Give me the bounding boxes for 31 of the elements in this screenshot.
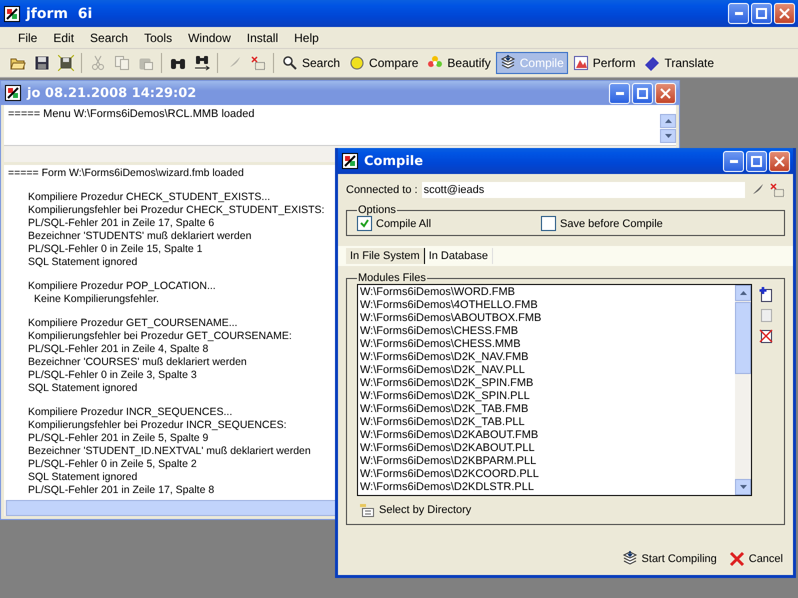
log-text: ===== Menu W:\Forms6iDemos\RCL.MMB loaded (7, 107, 256, 122)
log-line: PL/SQL-Fehler 0 in Zeile 5, Spalte 2 (28, 458, 197, 471)
log-line: PL/SQL-Fehler 201 in Zeile 17, Spalte 6 (28, 217, 214, 230)
log-line: Bezeichner 'STUDENT_ID.NEXTVAL' muß deklariert werden (28, 445, 311, 458)
log-line: Kompilierungsfehler bei Prozedur INCR_SEQUENCES: (28, 419, 287, 432)
log-line: Bezeichner 'COURSES' muß deklariert werden (28, 356, 247, 369)
child-window-title: jo 08.21.2008 14:29:02 (27, 86, 198, 100)
log-line: PL/SQL-Fehler 0 in Zeile 3, Spalte 3 (28, 369, 197, 382)
log-line: PL/SQL-Fehler 201 in Zeile 4, Spalte 8 (28, 343, 208, 356)
log-line: Kompiliere Prozedur INCR_SEQUENCES... (28, 406, 232, 419)
connected-label: Connected to : (346, 184, 418, 196)
log-line: PL/SQL-Fehler 201 in Zeile 17, Spalte 8 (28, 484, 214, 497)
log-line: Kompiliere Prozedur POP_LOCATION... (28, 280, 216, 293)
log-line: SQL Statement ignored (28, 382, 138, 395)
log-line: Kompilierungsfehler bei Prozedur GET_COURSENAME: (28, 330, 292, 343)
log-line: Kompiliere Prozedur CHECK_STUDENT_EXISTS... (28, 191, 270, 204)
checkbox-label: Compile All (376, 218, 432, 230)
log-line: Kompiliere Prozedur GET_COURSENAME... (28, 317, 238, 330)
log-line: Kompilierungsfehler bei Prozedur CHECK_STUDENT_EXISTS: (28, 204, 324, 217)
group-label: Modules Files (357, 272, 427, 284)
log-line: PL/SQL-Fehler 0 in Zeile 15, Spalte 1 (28, 243, 203, 256)
log-line: ===== Form W:\Forms6iDemos\wizard.fmb loaded (8, 167, 244, 180)
log-line: Bezeichner 'STUDENTS' muß deklariert werden (28, 230, 252, 243)
checkbox-label: Save before Compile (560, 218, 663, 230)
group-label: Options (357, 204, 397, 216)
dialog-title: Compile (364, 154, 424, 168)
log-line: Keine Kompilierungsfehler. (34, 293, 159, 306)
log-line: SQL Statement ignored (28, 256, 138, 269)
log-line: PL/SQL-Fehler 201 in Zeile 5, Spalte 9 (28, 432, 208, 445)
window-title: jform 6i (26, 6, 94, 22)
log-line: SQL Statement ignored (28, 471, 138, 484)
